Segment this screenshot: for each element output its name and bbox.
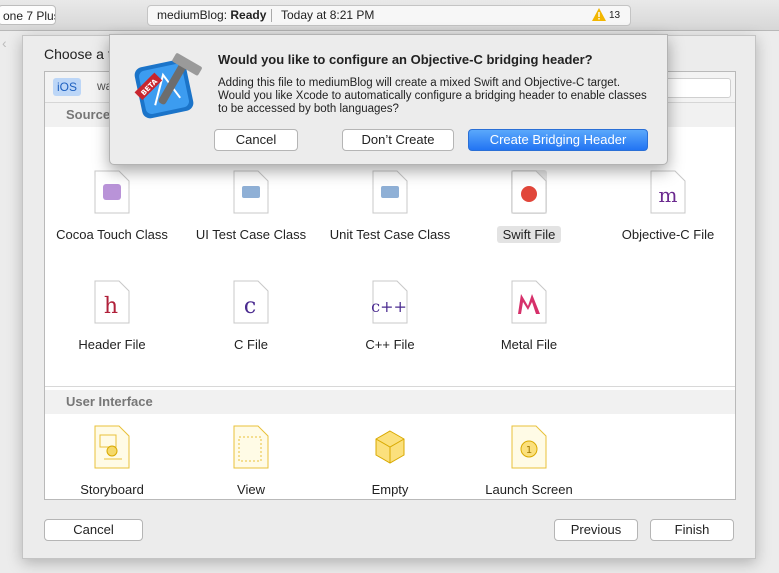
- template-label: Launch Screen: [485, 482, 573, 497]
- dont-create-button[interactable]: Don’t Create: [342, 129, 454, 151]
- create-bridging-header-button[interactable]: Create Bridging Header: [468, 129, 648, 151]
- section-divider: [45, 386, 735, 387]
- activity-view: mediumBlog: Ready Today at 8:21 PM 13: [147, 5, 631, 26]
- chevron-left-icon: ‹: [2, 35, 7, 51]
- template-label: UI Test Case Class: [195, 227, 307, 242]
- activity-project: mediumBlog: Ready: [157, 8, 267, 22]
- template-label: View: [237, 482, 265, 497]
- alert-cancel-button[interactable]: Cancel: [214, 129, 298, 151]
- window-toolbar: one 7 Plus mediumBlog: Ready Today at 8:…: [0, 0, 779, 31]
- template-label: Metal File: [500, 337, 558, 352]
- template-label: Header File: [78, 337, 146, 352]
- warning-count[interactable]: 13: [609, 6, 620, 25]
- template-label: C++ File: [365, 337, 415, 352]
- tab-ios[interactable]: iOS: [53, 78, 81, 96]
- template-ui-test-case-class[interactable]: UI Test Case Class: [186, 170, 316, 243]
- sheet-title: Choose a t: [44, 46, 112, 62]
- objective-c-file-icon: m: [650, 170, 686, 214]
- device-selector[interactable]: one 7 Plus: [0, 5, 56, 25]
- section-header-user-interface: User Interface: [45, 390, 735, 414]
- template-storyboard[interactable]: Storyboard: [47, 425, 177, 498]
- template-label: Cocoa Touch Class: [56, 227, 168, 242]
- svg-text:m: m: [659, 183, 678, 207]
- bridging-header-alert: BETA Would you like to configure an Obje…: [109, 34, 668, 165]
- template-c-file[interactable]: c C File: [186, 280, 316, 353]
- alert-title: Would you like to configure an Objective…: [218, 52, 593, 67]
- template-cocoa-touch-class[interactable]: Cocoa Touch Class: [47, 170, 177, 243]
- metal-file-icon: [511, 280, 547, 324]
- template-label: Objective-C File: [621, 227, 715, 242]
- cocoa-touch-class-icon: [94, 170, 130, 214]
- swift-file-icon: [511, 170, 547, 214]
- template-swift-file[interactable]: Swift File: [464, 170, 594, 243]
- activity-status: Ready: [230, 8, 267, 22]
- template-objective-c-file[interactable]: m Objective-C File: [603, 170, 733, 243]
- template-header-file[interactable]: h Header File: [47, 280, 177, 353]
- template-label: Unit Test Case Class: [329, 227, 451, 242]
- xcode-beta-icon: BETA: [132, 51, 202, 121]
- c-file-icon: c: [233, 280, 269, 324]
- cancel-button[interactable]: Cancel: [44, 519, 143, 541]
- filter-input[interactable]: [657, 78, 731, 98]
- template-cpp-file[interactable]: c++ C++ File: [325, 280, 455, 353]
- template-unit-test-case-class[interactable]: Unit Test Case Class: [325, 170, 455, 243]
- activity-separator: [271, 9, 272, 22]
- svg-text:1: 1: [526, 445, 532, 456]
- template-label: Swift File: [464, 226, 594, 243]
- svg-text:c++: c++: [372, 297, 407, 316]
- svg-text:c: c: [244, 294, 256, 319]
- alert-message: Adding this file to mediumBlog will crea…: [218, 77, 647, 115]
- header-file-icon: h: [94, 280, 130, 324]
- template-view[interactable]: View: [186, 425, 316, 498]
- launch-screen-icon: 1: [511, 425, 547, 469]
- template-label: Storyboard: [80, 482, 144, 497]
- warning-icon[interactable]: [592, 8, 606, 27]
- template-label: Empty: [371, 482, 409, 497]
- activity-time: Today at 8:21 PM: [281, 8, 375, 22]
- template-launch-screen[interactable]: 1 Launch Screen: [464, 425, 594, 498]
- cpp-file-icon: c++: [371, 280, 408, 324]
- template-label: C File: [234, 337, 268, 352]
- empty-icon: [372, 425, 408, 469]
- ui-test-case-icon: [233, 170, 269, 214]
- svg-text:h: h: [104, 294, 118, 319]
- template-metal-file[interactable]: Metal File: [464, 280, 594, 353]
- storyboard-icon: [94, 425, 130, 469]
- previous-button[interactable]: Previous: [554, 519, 638, 541]
- unit-test-case-icon: [372, 170, 408, 214]
- template-empty[interactable]: Empty: [325, 425, 455, 498]
- finish-button[interactable]: Finish: [650, 519, 734, 541]
- view-icon: [233, 425, 269, 469]
